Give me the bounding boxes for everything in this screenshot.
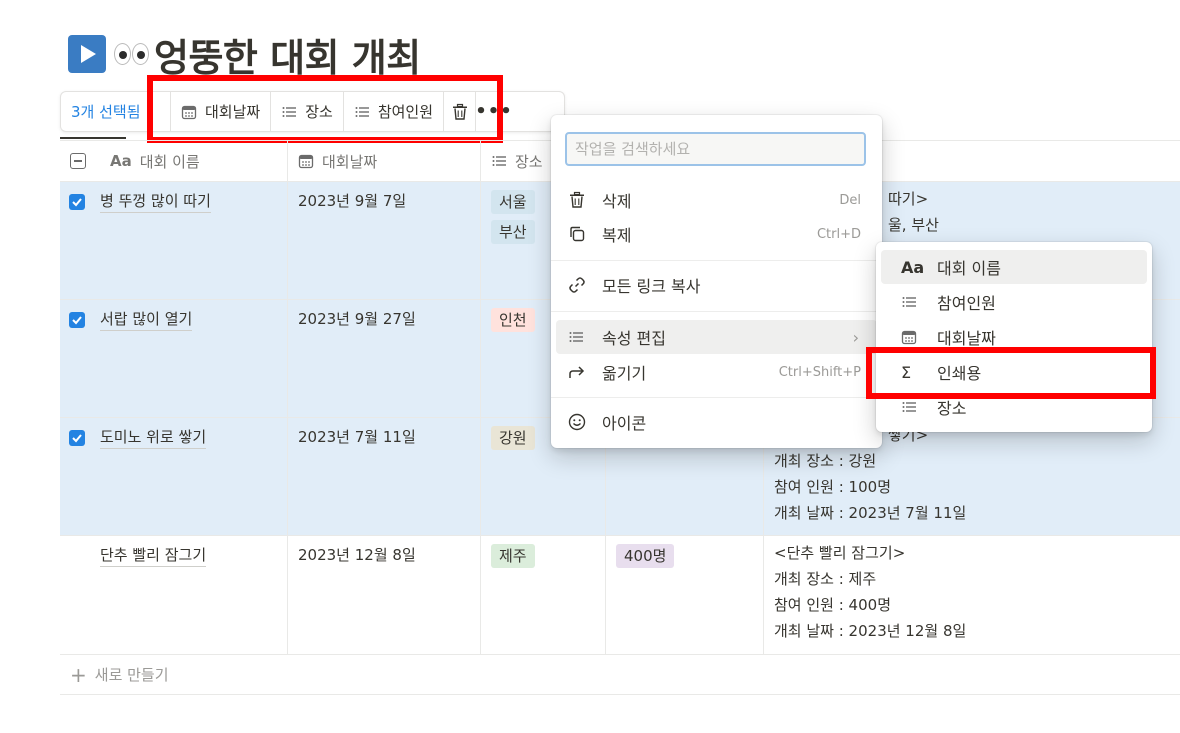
list-icon — [901, 294, 917, 310]
list-icon — [491, 153, 507, 169]
place-tag: 강원 — [491, 426, 535, 450]
menu-item-label: 속성 편집 — [602, 329, 666, 348]
menu-item-label: 복제 — [602, 226, 632, 245]
highlight-box-print-item — [866, 347, 1156, 399]
arrow-turn-right-icon — [569, 366, 585, 378]
summary-line: 참여 인원 : 400명 — [774, 596, 891, 614]
eyes-icon — [114, 43, 150, 65]
menu-item-move[interactable]: 옮기기 Ctrl+Shift+P — [556, 355, 877, 389]
menu-item-label: 모든 링크 복사 — [602, 277, 701, 296]
row-name[interactable]: 단추 빨리 잠그기 — [100, 544, 207, 567]
place-tag: 인천 — [491, 308, 535, 332]
header-name-label: 대회 이름 — [139, 152, 200, 171]
shortcut-label: Ctrl+Shift+P — [778, 364, 861, 380]
row-date[interactable]: 2023년 12월 8일 — [288, 536, 481, 654]
trash-icon — [570, 191, 584, 208]
header-date-label: 대회날짜 — [322, 152, 378, 171]
summary-line: 개최 장소 : 강원 — [774, 452, 877, 470]
summary-line: <단추 빨리 잠그기> — [774, 544, 906, 562]
submenu-item-people[interactable]: 참여인원 — [881, 285, 1147, 319]
place-tag: 부산 — [491, 220, 535, 244]
row-date[interactable]: 2023년 9월 27일 — [288, 300, 481, 417]
menu-divider — [551, 397, 882, 398]
summary-line: 참여 인원 : 100명 — [774, 478, 891, 496]
menu-item-label: 아이콘 — [602, 414, 647, 433]
text-type-icon: Aa — [110, 152, 132, 170]
row-name[interactable]: 도미노 위로 쌓기 — [100, 426, 207, 449]
duplicate-icon — [570, 226, 585, 242]
header-date[interactable]: 대회날짜 — [288, 141, 481, 181]
menu-item-icon[interactable]: 아이콘 — [556, 405, 877, 439]
calendar-icon — [901, 329, 917, 345]
menu-divider — [551, 260, 882, 261]
smiley-icon — [568, 413, 586, 431]
table-row[interactable]: 단추 빨리 잠그기 2023년 12월 8일 제주 400명 <단추 빨리 잠그… — [60, 536, 1180, 655]
new-row-label: 새로 만들기 — [94, 666, 169, 684]
menu-search-input[interactable] — [575, 140, 864, 158]
plus-icon: + — [70, 662, 87, 687]
header-place-label: 장소 — [515, 152, 543, 171]
row-checkbox[interactable] — [69, 430, 85, 446]
row-summary[interactable]: <단추 빨리 잠그기> 개최 장소 : 제주 참여 인원 : 400명 개최 날… — [764, 536, 1180, 654]
link-icon — [569, 277, 585, 293]
submenu-item-label: 대회 이름 — [937, 259, 1001, 278]
new-row-button[interactable]: + 새로 만들기 — [60, 655, 1180, 695]
submenu-item-label: 대회날짜 — [937, 329, 996, 348]
people-tag: 400명 — [616, 544, 675, 568]
submenu-item-label: 참여인원 — [937, 294, 996, 313]
row-name[interactable]: 병 뚜껑 많이 따기 — [100, 190, 211, 213]
menu-item-duplicate[interactable]: 복제 Ctrl+D — [556, 217, 877, 251]
shortcut-label: Del — [839, 192, 861, 208]
summary-line: 개최 날짜 : 2023년 12월 8일 — [774, 622, 967, 640]
menu-item-delete[interactable]: 삭제 Del — [556, 183, 877, 217]
chevron-right-icon: › — [852, 327, 859, 347]
highlight-box-toolbar — [147, 75, 503, 143]
page-title[interactable]: 엉뚱한 대회 개최 — [154, 27, 421, 82]
menu-item-label: 삭제 — [602, 192, 632, 211]
menu-item-label: 옮기기 — [602, 364, 647, 383]
text-type-icon: Aa — [901, 257, 925, 277]
submenu-item-name[interactable]: Aa 대회 이름 — [881, 250, 1147, 284]
menu-item-copy-links[interactable]: 모든 링크 복사 — [556, 268, 877, 302]
check-icon — [72, 434, 82, 443]
header-name[interactable]: Aa 대회 이름 — [60, 141, 288, 181]
page-title-row: 엉뚱한 대회 개최 — [68, 30, 421, 80]
check-icon — [72, 198, 82, 207]
context-menu: 삭제 Del 복제 Ctrl+D 모든 링크 복사 속성 편집 › 옮기기 Ct… — [551, 115, 882, 448]
menu-item-edit-property[interactable]: 속성 편집 › — [556, 320, 877, 354]
place-tag: 서울 — [491, 190, 535, 214]
row-date[interactable]: 2023년 9월 7일 — [288, 182, 481, 299]
row-date[interactable]: 2023년 7월 11일 — [288, 418, 481, 535]
row-places[interactable]: 제주 — [481, 536, 606, 654]
selection-underline — [60, 137, 126, 139]
row-checkbox[interactable] — [69, 194, 85, 210]
row-checkbox[interactable] — [69, 312, 85, 328]
calendar-icon — [298, 153, 314, 169]
summary-line: 개최 장소 : 제주 — [774, 570, 877, 588]
row-name[interactable]: 서랍 많이 열기 — [100, 308, 193, 331]
place-tag: 제주 — [491, 544, 535, 568]
select-all-checkbox[interactable] — [70, 153, 86, 169]
list-icon — [901, 399, 917, 415]
menu-divider — [551, 311, 882, 312]
row-people[interactable]: 400명 — [606, 536, 764, 654]
check-icon — [72, 316, 82, 325]
list-icon — [568, 329, 584, 345]
summary-line: 개최 날짜 : 2023년 7월 11일 — [774, 504, 967, 522]
play-button-icon — [68, 35, 106, 73]
property-submenu: Aa 대회 이름 참여인원 대회날짜 Σ 인쇄용 장소 — [876, 242, 1152, 432]
menu-search-box[interactable] — [565, 132, 866, 166]
shortcut-label: Ctrl+D — [816, 226, 861, 242]
